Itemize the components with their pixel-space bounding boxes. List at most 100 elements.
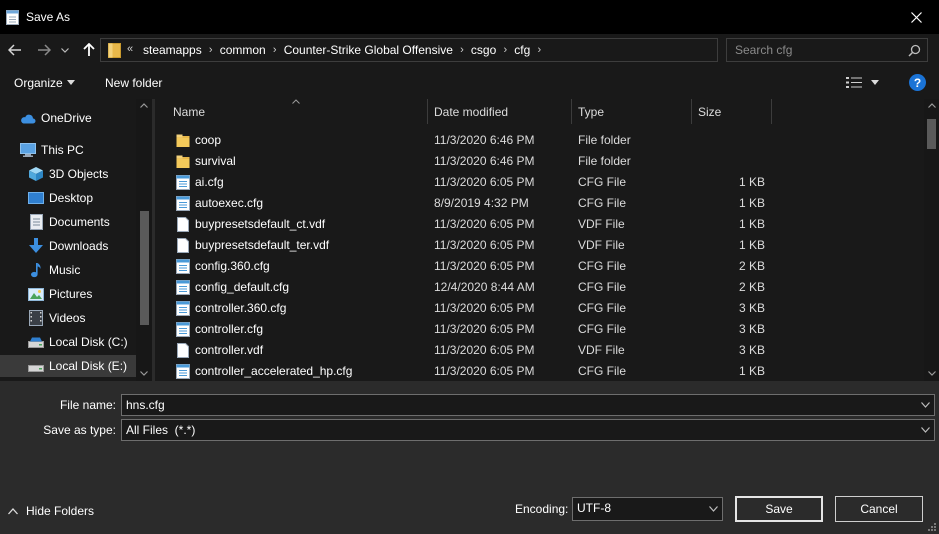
sidebar-scrollbar[interactable] <box>136 99 152 381</box>
back-button[interactable] <box>5 40 25 60</box>
sidebar-item-videos[interactable]: Videos <box>0 307 136 329</box>
sidebar-item-label: Downloads <box>49 239 109 253</box>
chevron-up-icon <box>8 507 18 514</box>
file-row[interactable]: autoexec.cfg 8/9/2019 4:32 PM CFG File 1 KB <box>155 193 924 214</box>
file-row[interactable]: config_default.cfg 12/4/2020 8:44 AM CFG F… <box>155 277 924 298</box>
column-divider[interactable] <box>427 99 428 124</box>
file-name-field[interactable] <box>126 395 886 415</box>
sidebar-item-label: Videos <box>49 311 86 325</box>
scroll-down-icon[interactable] <box>140 371 148 376</box>
file-name: buypresetsdefault_ter.vdf <box>195 238 330 252</box>
file-row[interactable]: ai.cfg 11/3/2020 6:05 PM CFG File 1 KB <box>155 172 924 193</box>
overflow-chevron[interactable]: « <box>127 43 133 55</box>
file-type: CFG File <box>578 301 626 315</box>
file-name: config_default.cfg <box>195 280 290 294</box>
column-divider[interactable] <box>771 99 772 124</box>
sidebar-item-downloads[interactable]: Downloads <box>0 235 136 257</box>
sidebar-item-this-pc[interactable]: This PC <box>0 139 136 161</box>
sidebar-item-label: Documents <box>49 215 110 229</box>
caret-down-icon[interactable] <box>67 80 75 85</box>
search-box[interactable] <box>726 38 928 62</box>
up-button[interactable] <box>79 40 99 60</box>
file-name: controller.cfg <box>195 322 264 336</box>
computer-icon <box>20 142 36 158</box>
close-button[interactable] <box>893 0 939 34</box>
notepad-icon <box>6 10 19 25</box>
chevron-down-icon[interactable] <box>921 427 930 433</box>
file-row[interactable]: controller.cfg 11/3/2020 6:05 PM CFG File 3… <box>155 319 924 340</box>
file-row[interactable]: config.360.cfg 11/3/2020 6:05 PM CFG File 2… <box>155 256 924 277</box>
notepad-file-icon <box>176 280 190 295</box>
column-divider[interactable] <box>571 99 572 124</box>
column-header-type[interactable]: Type <box>578 99 604 124</box>
column-divider[interactable] <box>691 99 692 124</box>
breadcrumb-separator[interactable]: › <box>202 44 220 56</box>
arrow-left-icon <box>8 44 21 56</box>
file-type: CFG File <box>578 259 626 273</box>
sidebar-item-local-disk-c[interactable]: Local Disk (C:) <box>0 331 136 353</box>
column-header-name[interactable]: Name <box>173 99 205 124</box>
file-name-label: File name: <box>59 398 116 412</box>
sidebar-item-pictures[interactable]: Pictures <box>0 283 136 305</box>
scrollbar-thumb[interactable] <box>927 119 936 149</box>
file-date-modified: 11/3/2020 6:46 PM <box>434 154 535 168</box>
column-header-date[interactable]: Date modified <box>434 99 508 124</box>
sidebar-item-documents[interactable]: Documents <box>0 211 136 233</box>
breadcrumb-separator[interactable]: › <box>266 44 284 56</box>
save-as-dialog: Save As « steamapps › common › Counter-S… <box>0 0 939 534</box>
file-type: CFG File <box>578 364 626 378</box>
search-icon[interactable] <box>908 44 921 57</box>
breadcrumb-separator[interactable]: › <box>453 44 471 56</box>
help-icon[interactable]: ? <box>909 74 926 91</box>
sidebar-item-onedrive[interactable]: OneDrive <box>0 107 136 129</box>
notepad-file-icon <box>176 259 190 274</box>
chevron-down-icon[interactable] <box>921 402 930 408</box>
navigation-pane: OneDrive This PC 3D Objects Desktop Docu… <box>0 99 152 381</box>
file-row[interactable]: buypresetsdefault_ct.vdf 11/3/2020 6:05 P… <box>155 214 924 235</box>
file-row[interactable]: survival 11/3/2020 6:46 PM File folder <box>155 151 924 172</box>
view-details-icon[interactable] <box>846 77 862 88</box>
save-as-type-select[interactable]: All Files (*.*) <box>121 419 935 441</box>
caret-down-icon[interactable] <box>871 80 879 85</box>
cancel-button[interactable]: Cancel <box>835 496 923 522</box>
column-header-size[interactable]: Size <box>698 99 721 124</box>
hide-folders-label: Hide Folders <box>26 504 95 518</box>
sidebar-item-3d-objects[interactable]: 3D Objects <box>0 163 136 185</box>
breadcrumb-cfg[interactable]: cfg <box>514 43 530 57</box>
new-folder-button[interactable]: New folder <box>105 76 162 90</box>
hide-folders-button[interactable]: Hide Folders <box>8 504 94 518</box>
file-name-combo[interactable] <box>121 394 935 416</box>
breadcrumb-csgo-root[interactable]: Counter-Strike Global Offensive <box>284 43 453 57</box>
breadcrumb-steamapps[interactable]: steamapps <box>143 43 202 57</box>
recent-locations-button[interactable] <box>58 40 72 60</box>
file-row[interactable]: controller.vdf 11/3/2020 6:05 PM VDF File 3… <box>155 340 924 361</box>
scroll-up-icon[interactable] <box>928 103 936 108</box>
file-row[interactable]: controller_accelerated_hp.cfg 11/3/2020 6… <box>155 361 924 381</box>
sidebar-item-music[interactable]: Music <box>0 259 136 281</box>
breadcrumb-common[interactable]: common <box>220 43 266 57</box>
organize-button[interactable]: Organize <box>14 76 63 90</box>
scrollbar-thumb[interactable] <box>140 211 149 325</box>
breadcrumb-separator[interactable]: › <box>496 44 514 56</box>
file-row[interactable]: controller.360.cfg 11/3/2020 6:05 PM CFG F… <box>155 298 924 319</box>
save-button[interactable]: Save <box>735 496 823 522</box>
resize-grip-icon[interactable] <box>927 522 937 532</box>
breadcrumb-csgo[interactable]: csgo <box>471 43 496 57</box>
file-type: File folder <box>578 154 631 168</box>
scroll-down-icon[interactable] <box>928 371 936 376</box>
file-row[interactable]: coop 11/3/2020 6:46 PM File folder <box>155 130 924 151</box>
encoding-select[interactable]: UTF-8 <box>572 497 723 521</box>
file-date-modified: 8/9/2019 4:32 PM <box>434 196 529 210</box>
sidebar-item-local-disk-e[interactable]: Local Disk (E:) <box>0 355 136 377</box>
forward-button[interactable] <box>34 40 54 60</box>
breadcrumb-separator[interactable]: › <box>530 44 548 56</box>
file-row[interactable]: buypresetsdefault_ter.vdf 11/3/2020 6:05 … <box>155 235 924 256</box>
search-input[interactable] <box>735 39 905 61</box>
address-bar[interactable]: « steamapps › common › Counter-Strike Gl… <box>100 38 811 62</box>
title-bar: Save As <box>0 0 939 34</box>
file-list-scrollbar[interactable] <box>924 99 939 381</box>
scroll-up-icon[interactable] <box>140 103 148 108</box>
chevron-down-icon[interactable] <box>709 506 718 512</box>
sidebar-item-desktop[interactable]: Desktop <box>0 187 136 209</box>
pictures-icon <box>28 286 44 302</box>
